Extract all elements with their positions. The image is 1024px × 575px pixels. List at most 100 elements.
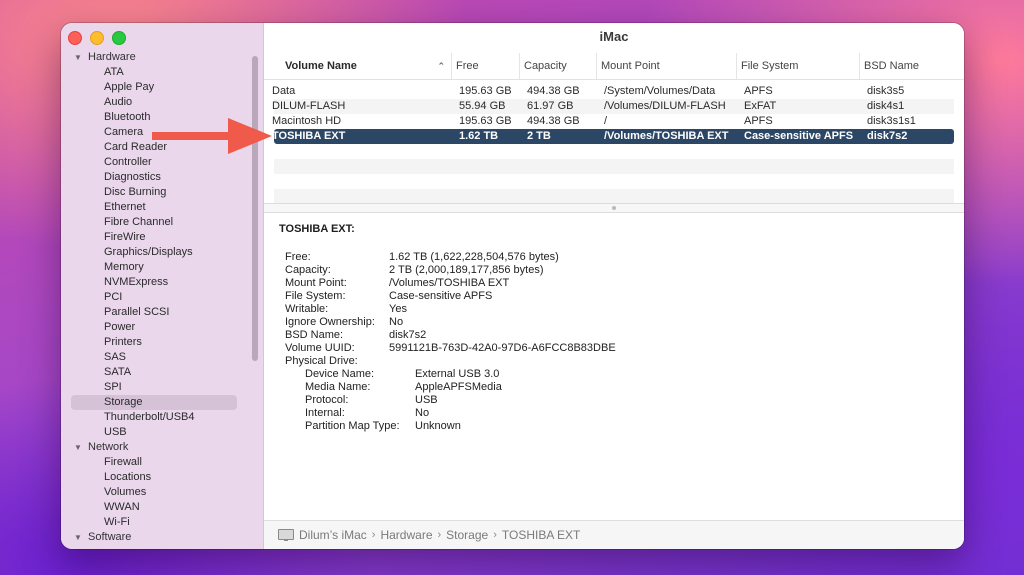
minimize-button[interactable] <box>90 31 104 45</box>
breadcrumb-item[interactable]: Storage <box>446 528 488 542</box>
sidebar-category-software[interactable]: ▼ Software <box>61 530 263 545</box>
sidebar: ▼ Hardware ATA Apple Pay Audio Bluetooth Camer… <box>61 23 264 549</box>
table-row[interactable]: Macintosh HD 195.63 GB 494.38 GB / APFS disk3… <box>272 114 954 129</box>
zoom-button[interactable] <box>112 31 126 45</box>
table-cell: 61.97 GB <box>527 100 574 112</box>
sidebar-item-spi[interactable]: SPI <box>61 380 263 395</box>
property-key: File System: <box>285 290 346 302</box>
breadcrumb-separator: › <box>437 529 442 541</box>
breadcrumb-item[interactable]: Hardware <box>380 528 432 542</box>
table-cell: disk4s1 <box>867 100 905 112</box>
sidebar-item-parallel-scsi[interactable]: Parallel SCSI <box>61 305 263 320</box>
table-cell: APFS <box>744 85 773 97</box>
property-key: Physical Drive: <box>285 355 358 367</box>
table-row[interactable]: DILUM-FLASH 55.94 GB 61.97 GB/Volumes/DILU… <box>272 99 954 114</box>
property-value: 5991121B-763D-42A0-97D6-A6FCC8B83DBE <box>389 342 616 354</box>
table-cell: /Volumes/DILUM-FLASH <box>604 100 726 112</box>
sidebar-item-apple-pay[interactable]: Apple Pay <box>61 80 263 95</box>
property-key: Writable: <box>285 303 329 315</box>
disclosure-down-icon[interactable]: ▼ <box>74 440 82 455</box>
table-row[interactable]: TOSHIBA EXT 1.62 TB 2 TB/Volumes/TOSHIBA E… <box>272 129 954 144</box>
sidebar-item-ethernet[interactable]: Ethernet <box>61 200 263 215</box>
table-cell: 494.38 GB <box>527 85 580 97</box>
sidebar-item-fibre-channel[interactable]: Fibre Channel <box>61 215 263 230</box>
sidebar-item-firewire[interactable]: FireWire <box>61 230 263 245</box>
column-header-file-system[interactable]: File System <box>736 53 859 79</box>
table-cell: DILUM-FLASH <box>272 100 346 112</box>
empty-row <box>274 174 954 189</box>
sidebar-item-nvmexpress[interactable]: NVMExpress <box>61 275 263 290</box>
breadcrumb-separator: › <box>493 529 497 541</box>
property-key: Free: <box>285 251 311 263</box>
sidebar-item-pci[interactable]: PCI <box>61 290 263 305</box>
sidebar-item-disc-burning[interactable]: Disc Burning <box>61 185 263 200</box>
sidebar-item-volumes[interactable]: Volumes <box>61 485 263 500</box>
property-value: Case-sensitive APFS <box>389 290 493 302</box>
table-cell: /System/Volumes/Data <box>604 85 716 97</box>
column-header-label: BSD Name <box>864 60 920 72</box>
column-header-mount-point[interactable]: Mount Point <box>596 53 736 79</box>
close-button[interactable] <box>68 31 82 45</box>
sidebar-item-wwan[interactable]: WWAN <box>61 500 263 515</box>
property-value: 2 TB (2,000,189,177,856 bytes) <box>389 264 544 276</box>
column-header-bsd-name[interactable]: BSD Name <box>859 53 959 79</box>
property-value: USB <box>415 394 438 406</box>
table-cell: APFS <box>744 115 773 127</box>
column-header-volume-name[interactable]: Volume Name ⌃ <box>281 53 451 79</box>
sidebar-scrollbar[interactable] <box>252 56 258 361</box>
system-information-window: ▼ Hardware ATA Apple Pay Audio Bluetooth Camer… <box>61 23 964 549</box>
empty-row <box>274 159 954 174</box>
breadcrumb-item[interactable]: TOSHIBA EXT <box>502 528 580 542</box>
window-title: iMac <box>599 29 629 44</box>
sidebar-category-hardware[interactable]: ▼ Hardware <box>61 50 263 65</box>
property-key: Ignore Ownership: <box>285 316 375 328</box>
table-cell: 195.63 GB <box>459 85 512 97</box>
splitter-grip-icon[interactable] <box>612 206 616 210</box>
sidebar-category-label: Software <box>88 531 132 543</box>
sidebar-item-controller[interactable]: Controller <box>61 155 263 170</box>
sidebar-item-graphics-displays[interactable]: Graphics/Displays <box>61 245 263 260</box>
sidebar-item-locations[interactable]: Locations <box>61 470 263 485</box>
pane-splitter[interactable] <box>264 203 964 213</box>
sidebar-item-firewall[interactable]: Firewall <box>61 455 263 470</box>
sidebar-item-ata[interactable]: ATA <box>61 65 263 80</box>
column-header-capacity[interactable]: Capacity <box>519 53 596 79</box>
column-header-free[interactable]: Free <box>451 53 519 79</box>
column-header-label: Capacity <box>524 60 567 72</box>
sidebar-item-thunderbolt-usb4[interactable]: Thunderbolt/USB4 <box>61 410 263 425</box>
sidebar-item-usb[interactable]: USB <box>61 425 263 440</box>
column-header-label: File System <box>741 60 799 72</box>
column-header-label: Mount Point <box>601 60 660 72</box>
property-value: No <box>415 407 430 419</box>
chevron-up-icon[interactable]: ⌃ <box>437 53 445 79</box>
sidebar-item-audio[interactable]: Audio <box>61 95 263 110</box>
breadcrumb-item[interactable]: Dilum’s iMac <box>299 528 367 542</box>
table-row[interactable]: Data 195.63 GB 494.38 GB/System/Volumes/Da… <box>272 84 954 99</box>
sidebar-category-label: Network <box>88 441 129 453</box>
sidebar-item-storage[interactable]: Storage <box>71 395 237 410</box>
property-value: disk7s2 <box>389 329 427 341</box>
sidebar-item-power[interactable]: Power <box>61 320 263 335</box>
sidebar-item-wi-fi[interactable]: Wi-Fi <box>61 515 263 530</box>
property-key: BSD Name: <box>285 329 344 341</box>
table-cell: 1.62 TB <box>459 130 499 142</box>
table-cell: disk3s1s1 <box>867 115 916 127</box>
sidebar-category-network[interactable]: ▼ Network <box>61 440 263 455</box>
table-cell: 2 TB <box>527 130 551 142</box>
sidebar-item-memory[interactable]: Memory <box>61 260 263 275</box>
property-value: No <box>389 316 404 328</box>
sidebar-item-diagnostics[interactable]: Diagnostics <box>61 170 263 185</box>
property-key: Internal: <box>305 407 345 419</box>
table-header: Volume Name ⌃ Free Capacity Mount Point File … <box>264 53 964 80</box>
sidebar-item-sas[interactable]: SAS <box>61 350 263 365</box>
table-cell: Macintosh HD <box>272 115 342 127</box>
disclosure-down-icon[interactable]: ▼ <box>74 50 82 65</box>
property-key: Partition Map Type: <box>305 420 400 432</box>
table-cell: 494.38 GB <box>527 115 580 127</box>
sidebar-item-printers[interactable]: Printers <box>61 335 263 350</box>
table-cell: disk7s2 <box>867 130 908 142</box>
sidebar-item-sata[interactable]: SATA <box>61 365 263 380</box>
disclosure-down-icon[interactable]: ▼ <box>74 530 82 545</box>
property-key: Media Name: <box>305 381 371 393</box>
table-cell: 55.94 GB <box>459 100 506 112</box>
